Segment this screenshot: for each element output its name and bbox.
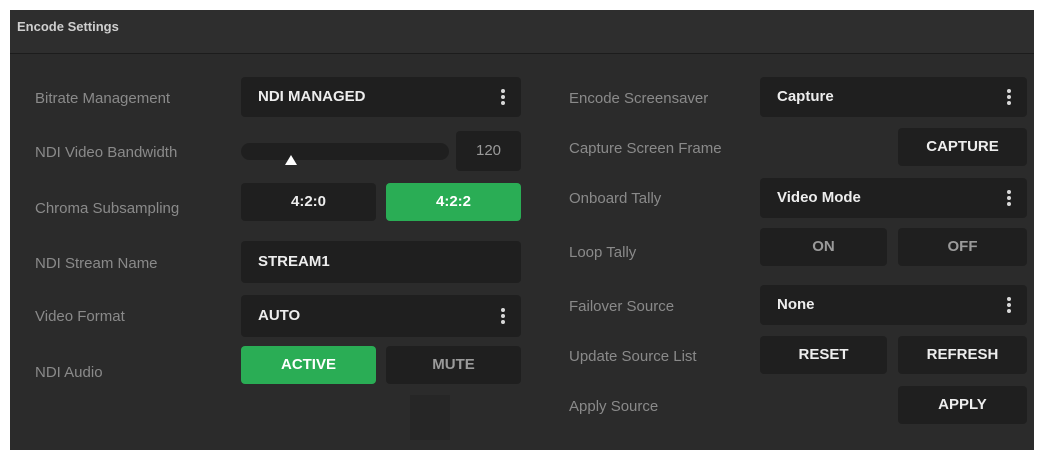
ndi-video-bandwidth-label: NDI Video Bandwidth xyxy=(35,144,178,161)
video-format-select[interactable]: AUTO xyxy=(241,295,521,337)
kebab-menu-icon[interactable] xyxy=(1007,297,1011,313)
failover-source-select[interactable]: None xyxy=(760,285,1027,325)
audio-mute-button[interactable]: MUTE xyxy=(386,346,521,384)
apply-source-label: Apply Source xyxy=(569,398,659,415)
apply-button[interactable]: APPLY xyxy=(898,386,1027,424)
bitrate-management-label: Bitrate Management xyxy=(35,90,171,107)
chroma-420-button[interactable]: 4:2:0 xyxy=(241,183,376,221)
encode-screensaver-select[interactable]: Capture xyxy=(760,77,1027,117)
empty-area xyxy=(410,395,450,440)
kebab-menu-icon[interactable] xyxy=(501,308,505,324)
ndi-stream-name-input[interactable]: STREAM1 xyxy=(241,241,521,283)
bitrate-management-select[interactable]: NDI MANAGED xyxy=(241,77,521,117)
bandwidth-value-field[interactable]: 120 xyxy=(456,131,521,171)
video-format-value: AUTO xyxy=(258,307,301,324)
loop-tally-off-button[interactable]: OFF xyxy=(898,228,1027,266)
onboard-tally-value: Video Mode xyxy=(777,189,861,206)
chroma-422-button[interactable]: 4:2:2 xyxy=(386,183,521,221)
chroma-subsampling-label: Chroma Subsampling xyxy=(35,200,180,217)
ndi-audio-label: NDI Audio xyxy=(35,364,103,381)
panel-header: Encode Settings xyxy=(10,10,1034,54)
reset-button[interactable]: RESET xyxy=(760,336,887,374)
bitrate-management-value: NDI MANAGED xyxy=(258,88,366,105)
encode-screensaver-label: Encode Screensaver xyxy=(569,90,709,107)
ndi-stream-name-label: NDI Stream Name xyxy=(35,255,158,272)
kebab-menu-icon[interactable] xyxy=(501,89,505,105)
refresh-button[interactable]: REFRESH xyxy=(898,336,1027,374)
video-format-label: Video Format xyxy=(35,308,125,325)
loop-tally-on-button[interactable]: ON xyxy=(760,228,887,266)
failover-source-label: Failover Source xyxy=(569,298,675,315)
onboard-tally-label: Onboard Tally xyxy=(569,190,662,207)
failover-source-value: None xyxy=(777,296,815,313)
kebab-menu-icon[interactable] xyxy=(1007,190,1011,206)
slider-thumb-icon[interactable] xyxy=(285,155,297,165)
encode-screensaver-value: Capture xyxy=(777,88,834,105)
onboard-tally-select[interactable]: Video Mode xyxy=(760,178,1027,218)
panel-title: Encode Settings xyxy=(17,19,119,34)
update-source-list-label: Update Source List xyxy=(569,348,697,365)
capture-screen-frame-label: Capture Screen Frame xyxy=(569,140,722,157)
bandwidth-slider[interactable] xyxy=(241,143,449,165)
kebab-menu-icon[interactable] xyxy=(1007,89,1011,105)
encode-settings-panel: Encode Settings Bitrate Management NDI M… xyxy=(10,10,1034,450)
audio-active-button[interactable]: ACTIVE xyxy=(241,346,376,384)
loop-tally-label: Loop Tally xyxy=(569,244,637,261)
capture-button[interactable]: CAPTURE xyxy=(898,128,1027,166)
